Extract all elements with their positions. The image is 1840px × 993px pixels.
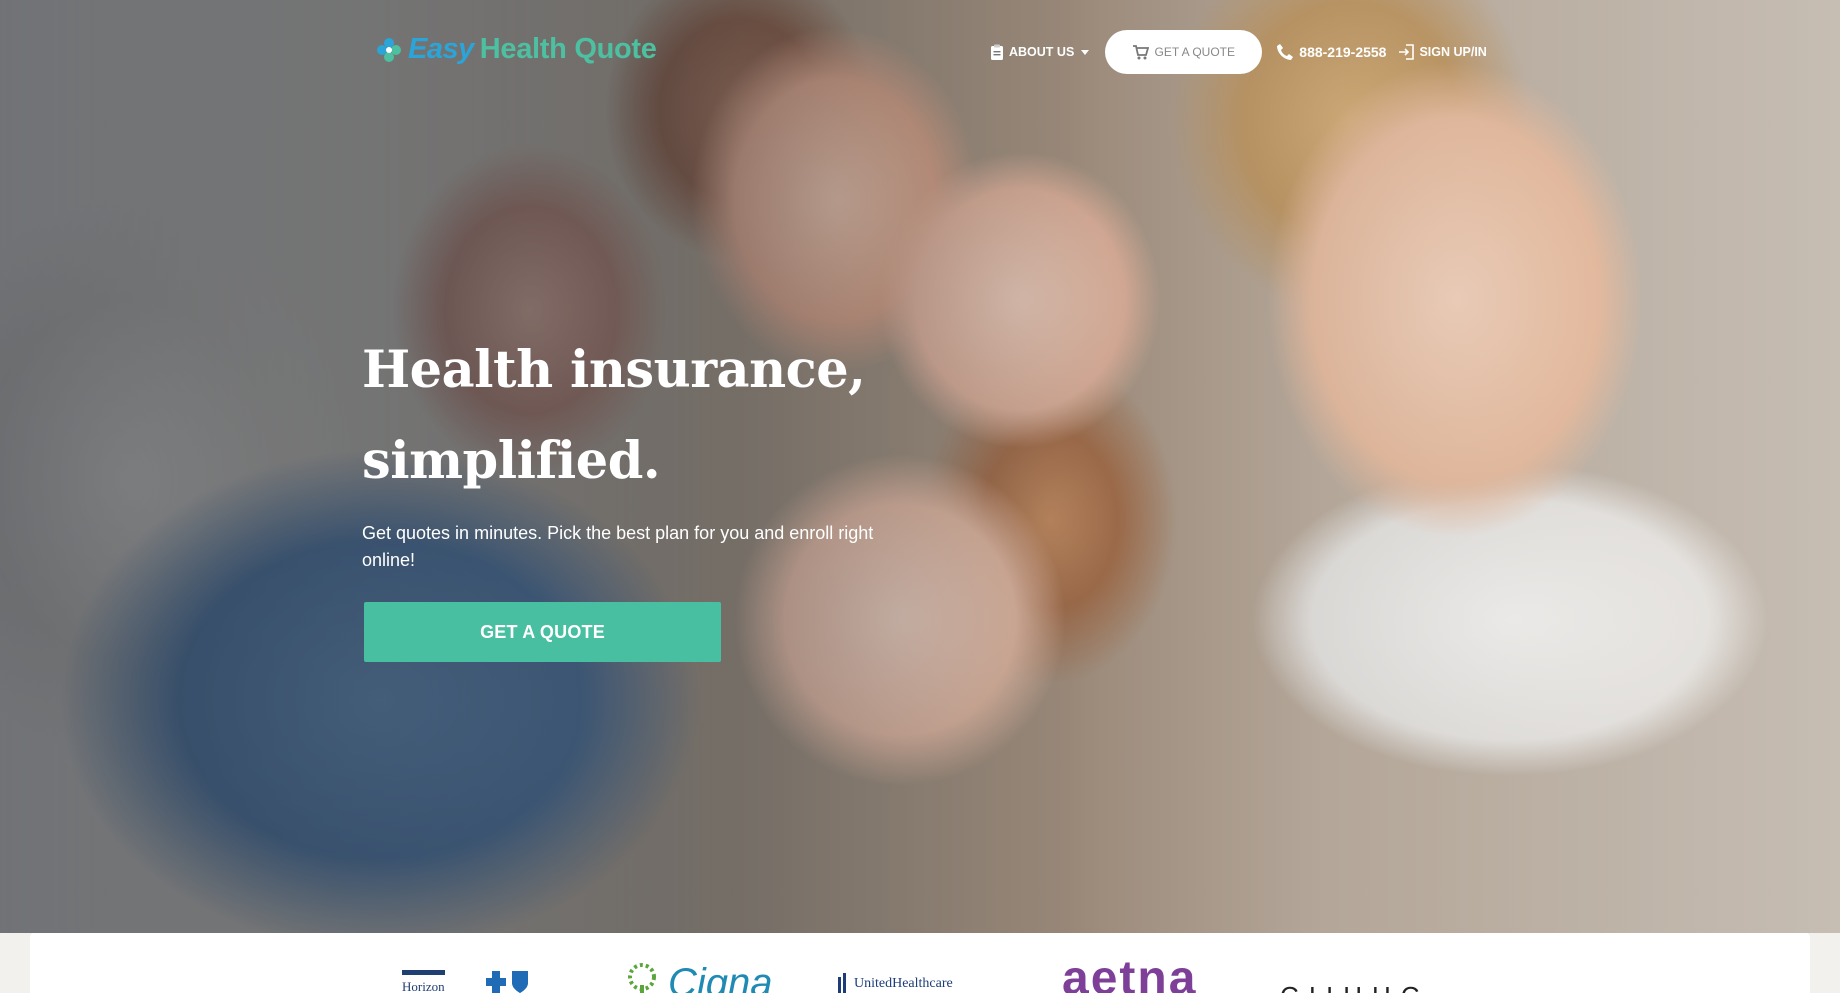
logo-health-quote-text: Health Quote (479, 33, 657, 65)
insurer-logos-strip: Horizon Cigna UnitedHealthcare aetna CII… (30, 933, 1810, 993)
blue-cross-blue-shield-icon (485, 971, 528, 993)
hero-content: Health insurance, simplified. Get quotes… (362, 325, 922, 662)
caret-down-icon (1081, 49, 1090, 55)
logo-easy-text: Easy (408, 33, 474, 65)
hero-title-line-1: Health insurance, (362, 340, 866, 400)
site-header: Easy Health Quote ABOUT US GET A QUOTE 8… (0, 0, 1840, 100)
hero-title: Health insurance, simplified. (362, 325, 922, 507)
hero-subtitle: Get quotes in minutes. Pick the best pla… (362, 523, 874, 570)
uhc-bars-icon (838, 973, 846, 993)
nav-sign-up-in-label: SIGN UP/IN (1419, 45, 1487, 59)
aetna-logo-text: aetna (1062, 952, 1198, 993)
nav-phone-number: 888-219-2558 (1299, 44, 1387, 60)
nav-sign-up-in[interactable]: SIGN UP/IN (1398, 44, 1487, 60)
hero-get-quote-button[interactable]: GET A QUOTE (364, 602, 721, 662)
sign-in-icon (1399, 44, 1415, 60)
nav-get-quote-button[interactable]: GET A QUOTE (1105, 30, 1263, 74)
horizon-bcbs-logo: Horizon (402, 969, 530, 993)
cigna-logo: Cigna (622, 963, 773, 993)
cigna-logo-text: Cigna (668, 961, 773, 993)
horizon-logo-text: Horizon (402, 969, 445, 993)
logo-flower-icon (377, 37, 401, 62)
uhc-logo-text: UnitedHealthcare (854, 976, 953, 991)
unitedhealthcare-logo: UnitedHealthcare (838, 973, 953, 993)
main-nav: ABOUT US GET A QUOTE 888-219-2558 SIGN U… (990, 30, 1487, 74)
nav-get-quote-label: GET A QUOTE (1154, 45, 1236, 59)
cart-icon (1132, 44, 1149, 59)
site-logo[interactable]: Easy Health Quote (376, 33, 657, 66)
phone-icon (1277, 44, 1294, 60)
cigna-tree-icon (628, 963, 656, 993)
nav-about-us[interactable]: ABOUT US (990, 44, 1090, 60)
clipboard-icon (991, 44, 1003, 60)
nav-phone-link[interactable]: 888-219-2558 (1276, 43, 1386, 61)
aetna-logo: aetna (1062, 955, 1197, 993)
nav-about-us-label: ABOUT US (1009, 45, 1075, 59)
hero-title-line-2: simplified. (362, 431, 661, 491)
partial-insurer-logo-text: CIIHHC (1280, 983, 1430, 993)
partial-insurer-logo: CIIHHC (1280, 983, 1430, 993)
